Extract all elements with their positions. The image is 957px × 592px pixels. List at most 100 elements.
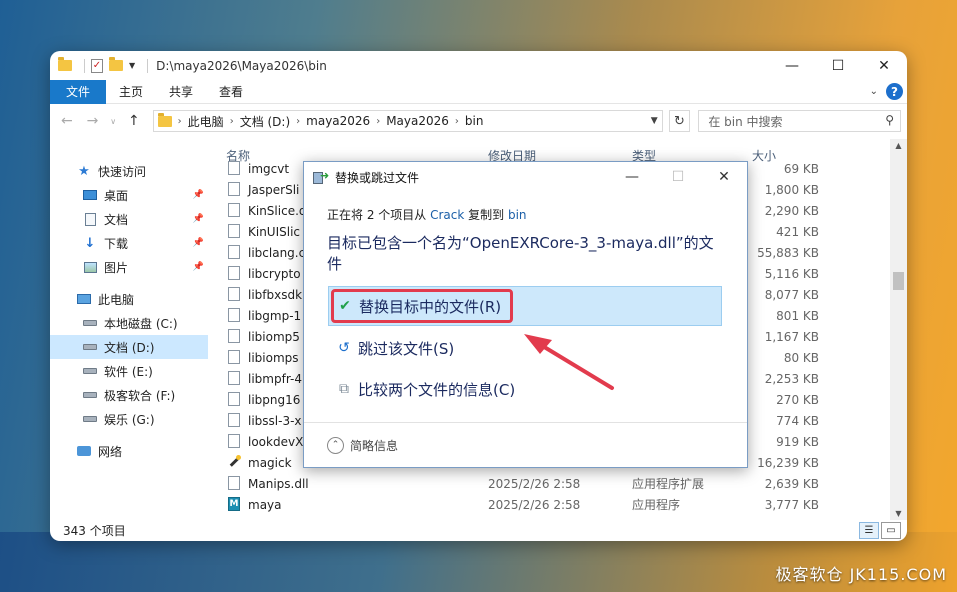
pin-icon: 📌 (192, 214, 204, 224)
dll-file-icon (228, 392, 240, 406)
maximize-button[interactable]: ☐ (815, 51, 861, 80)
drive-icon (82, 340, 98, 354)
toolbar-separator (84, 58, 85, 73)
sidebar-item[interactable]: 桌面 📌 (50, 183, 208, 207)
ribbon-tabs: 文件 主页 共享 查看 ⌄ ? (50, 79, 907, 104)
sidebar-item[interactable]: 此电脑 (50, 287, 208, 311)
recent-dropdown-icon[interactable]: ∨ (107, 117, 119, 126)
minimize-button[interactable]: — (769, 51, 815, 80)
skip-file-option[interactable]: ↺ 跳过该文件(S) (328, 328, 722, 368)
sidebar-item[interactable]: 本地磁盘 (C:) (50, 311, 208, 335)
file-name: KinSlice.d (248, 203, 307, 218)
file-size: 1,800 KB (764, 182, 819, 197)
sidebar-item[interactable]: 极客软合 (F:) (50, 383, 208, 407)
pin-icon: 📌 (192, 190, 204, 200)
file-name: JasperSli (248, 182, 300, 197)
dll-file-icon (228, 329, 240, 343)
file-name: maya (248, 497, 282, 512)
address-bar-row: ← → ∨ ↑ › 此电脑 › 文档 (D:) › maya2026 › May… (50, 104, 907, 138)
file-name: libclang.c (248, 245, 306, 260)
sidebar-item[interactable]: ↓ 下载 📌 (50, 231, 208, 255)
expand-ribbon-icon[interactable]: ⌄ (870, 86, 878, 97)
file-size: 55,883 KB (757, 245, 819, 260)
file-row[interactable]: Manips.dll 2025/2/26 2:58 应用程序扩展 2,639 KB (208, 473, 907, 494)
sidebar-item[interactable]: 软件 (E:) (50, 359, 208, 383)
pin-icon: 📌 (192, 262, 204, 272)
magic-wand-icon (228, 455, 241, 469)
close-button[interactable]: ✕ (861, 51, 907, 80)
breadcrumb-maya2026-sub[interactable]: Maya2026 (386, 114, 449, 128)
forward-arrow-icon[interactable]: → (82, 113, 104, 129)
address-field[interactable]: › 此电脑 › 文档 (D:) › maya2026 › Maya2026 › … (152, 110, 663, 132)
dialog-title: 替换或跳过文件 (335, 170, 420, 185)
breadcrumb-bin[interactable]: bin (465, 114, 484, 128)
sidebar-item[interactable]: ★ 快速访问 (50, 159, 208, 183)
dll-file-icon (228, 266, 240, 280)
source-link[interactable]: Crack (430, 208, 464, 222)
file-name: libpng16 (248, 392, 301, 407)
tab-file[interactable]: 文件 (50, 79, 106, 104)
scroll-thumb[interactable] (893, 272, 904, 290)
file-name: KinUISlic (248, 224, 301, 239)
scroll-up-icon[interactable]: ▲ (890, 141, 907, 150)
sidebar-item-label: 娱乐 (G:) (104, 412, 155, 427)
tab-home[interactable]: 主页 (106, 80, 156, 104)
file-name: libssl-3-x (248, 413, 302, 428)
dialog-title-bar: 替换或跳过文件 — ☐ ✕ (304, 162, 747, 192)
address-dropdown-icon[interactable]: ▼ (651, 116, 658, 126)
new-folder-icon[interactable] (109, 57, 123, 71)
fewer-details-link[interactable]: 简略信息 (350, 437, 398, 454)
dialog-minimize-button[interactable]: — (609, 162, 655, 192)
file-size: 2,639 KB (764, 476, 819, 491)
up-arrow-icon[interactable]: ↑ (123, 113, 145, 129)
quick-access-dropdown-icon[interactable]: ▼ (129, 61, 135, 70)
refresh-icon[interactable]: ↻ (668, 110, 691, 132)
breadcrumb-this-pc[interactable]: 此电脑 (188, 113, 224, 130)
collapse-chevron-icon[interactable]: ⌃ (327, 436, 344, 454)
search-input[interactable]: 在 bin 中搜索 ⚲ (698, 110, 901, 132)
chevron-right-icon[interactable]: › (296, 116, 300, 127)
sidebar-item-label: 下载 (104, 236, 129, 251)
scroll-down-icon[interactable]: ▼ (890, 509, 907, 518)
file-type: 应用程序 (632, 498, 681, 512)
help-icon[interactable]: ? (886, 83, 903, 100)
file-size: 80 KB (783, 350, 819, 365)
vertical-scrollbar[interactable]: ▲ ▼ (890, 139, 907, 520)
sidebar-item[interactable]: 网络 (50, 439, 208, 463)
window-controls: — ☐ ✕ (769, 51, 907, 80)
file-size: 8,077 KB (764, 287, 819, 302)
file-size: 919 KB (776, 434, 819, 449)
replace-file-option[interactable]: ✔ 替换目标中的文件(R) (328, 286, 722, 326)
dialog-close-button[interactable]: ✕ (701, 162, 747, 192)
dll-file-icon (228, 161, 240, 175)
compare-files-option[interactable]: ⧉ 比较两个文件的信息(C) (328, 369, 722, 409)
chevron-right-icon[interactable]: › (178, 116, 182, 127)
sidebar-item[interactable]: 文档 📌 (50, 207, 208, 231)
file-date: 2025/2/26 2:58 (488, 476, 581, 491)
conflict-message: 目标已包含一个名为“OpenEXRCore-3_3-maya.dll”的文件 (327, 234, 714, 273)
sidebar-item[interactable]: 文档 (D:) (50, 335, 208, 359)
sidebar-item[interactable]: 图片 📌 (50, 255, 208, 279)
sidebar-item-label: 文档 (104, 212, 129, 227)
desktop-icon (82, 188, 98, 202)
back-arrow-icon[interactable]: ← (56, 113, 78, 129)
file-row[interactable]: Mmaya 2025/2/26 2:58 应用程序 3,777 KB (208, 494, 907, 515)
file-name: libfbxsdk (248, 287, 303, 302)
chevron-right-icon[interactable]: › (455, 116, 459, 127)
tab-view[interactable]: 查看 (206, 80, 256, 104)
dll-file-icon (228, 308, 240, 322)
breadcrumb-drive-d[interactable]: 文档 (D:) (240, 113, 290, 130)
properties-icon[interactable]: ✓ (91, 58, 103, 73)
large-icons-view-icon[interactable]: ▭ (881, 522, 901, 539)
chevron-right-icon[interactable]: › (230, 116, 234, 127)
destination-link[interactable]: bin (508, 208, 527, 222)
chevron-right-icon[interactable]: › (376, 116, 380, 127)
compare-files-icon: ⧉ (339, 381, 349, 397)
sidebar-item[interactable]: 娱乐 (G:) (50, 407, 208, 431)
details-view-icon[interactable]: ☰ (859, 522, 879, 539)
breadcrumb-maya2026[interactable]: maya2026 (306, 114, 370, 128)
tab-share[interactable]: 共享 (156, 80, 206, 104)
dll-file-icon (228, 203, 240, 217)
sidebar-item-label: 快速访问 (98, 164, 147, 179)
toolbar-separator (147, 58, 149, 73)
